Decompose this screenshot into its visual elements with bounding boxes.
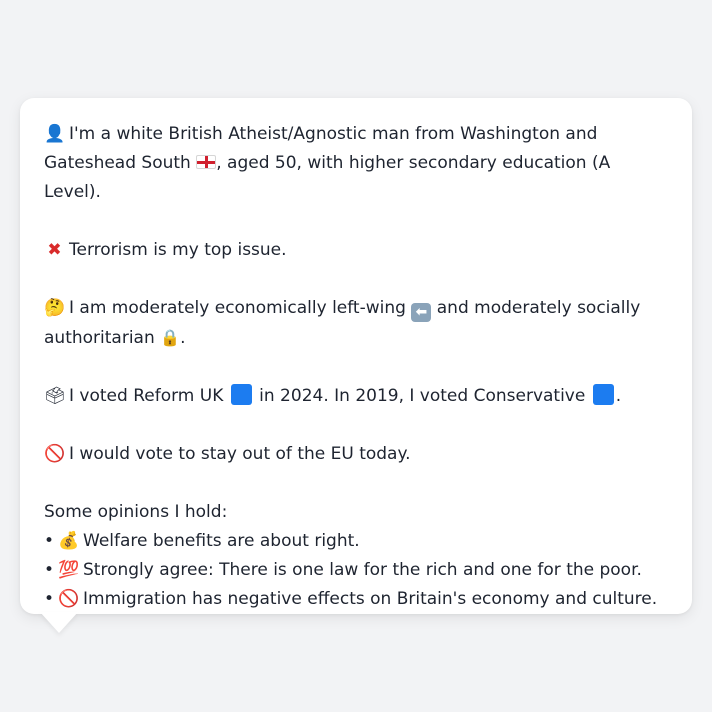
vote-history-line: 🗳 I voted Reform UK in 2024. In 2019, I v… bbox=[44, 382, 668, 411]
lock-icon: 🔒 bbox=[160, 328, 181, 347]
stance-text-c: authoritarian bbox=[44, 328, 155, 348]
opinion-text: Welfare benefits are about right. bbox=[83, 531, 360, 551]
bullet: • bbox=[44, 560, 55, 580]
opinions-heading: Some opinions I hold: bbox=[44, 502, 228, 522]
stance-text-b: and moderately socially bbox=[436, 298, 641, 318]
opinion-text: Strongly agree: There is one law for the… bbox=[83, 560, 642, 580]
intro-line: 👤 I'm a white British Atheist/Agnostic ma… bbox=[44, 120, 668, 207]
stance-text-d: . bbox=[180, 328, 186, 348]
opinion-item: • 💯 Strongly agree: There is one law for t… bbox=[44, 556, 668, 585]
opinion-item: • 💰 Welfare benefits are about right. bbox=[44, 527, 668, 556]
england-flag-icon bbox=[196, 155, 217, 169]
vote-text-b: in 2024. In 2019, I voted Conservative bbox=[259, 386, 586, 406]
opinion-item: • 🚫 Immigration has negative effects on Br… bbox=[44, 585, 668, 614]
money-bag-icon: 💰 bbox=[58, 531, 80, 551]
stance-line: 🤔 I am moderately economically left-wing … bbox=[44, 294, 668, 353]
person-icon: 👤 bbox=[44, 124, 66, 144]
stance-text-a: I am moderately economically left-wing bbox=[69, 298, 406, 318]
eu-text: I would vote to stay out of the EU today… bbox=[69, 444, 411, 464]
eu-line: 🚫 I would vote to stay out of the EU toda… bbox=[44, 440, 668, 469]
left-arrow-icon: ⬅ bbox=[411, 303, 432, 322]
profile-speech-bubble: 👤 I'm a white British Atheist/Agnostic ma… bbox=[20, 98, 692, 614]
vote-text-c: . bbox=[615, 386, 622, 406]
thinking-face-icon: 🤔 bbox=[44, 298, 66, 318]
top-issue-line: ✖ Terrorism is my top issue. bbox=[44, 236, 668, 265]
top-issue-text: Terrorism is my top issue. bbox=[69, 240, 287, 260]
prohibited-icon: 🚫 bbox=[58, 589, 80, 609]
conservative-blue-square-icon bbox=[592, 384, 614, 405]
speech-bubble-tail bbox=[40, 612, 78, 633]
hundred-points-icon: 💯 bbox=[58, 560, 80, 580]
bullet: • bbox=[44, 531, 55, 551]
opinion-text: Immigration has negative effects on Brit… bbox=[83, 589, 658, 609]
reform-blue-square-icon bbox=[230, 384, 252, 405]
vote-text-a: I voted Reform UK bbox=[69, 386, 224, 406]
ballot-box-icon: 🗳 bbox=[44, 386, 66, 406]
prohibited-icon: 🚫 bbox=[44, 444, 66, 464]
bullet: • bbox=[44, 589, 55, 609]
cross-mark-icon: ✖ bbox=[47, 240, 62, 260]
